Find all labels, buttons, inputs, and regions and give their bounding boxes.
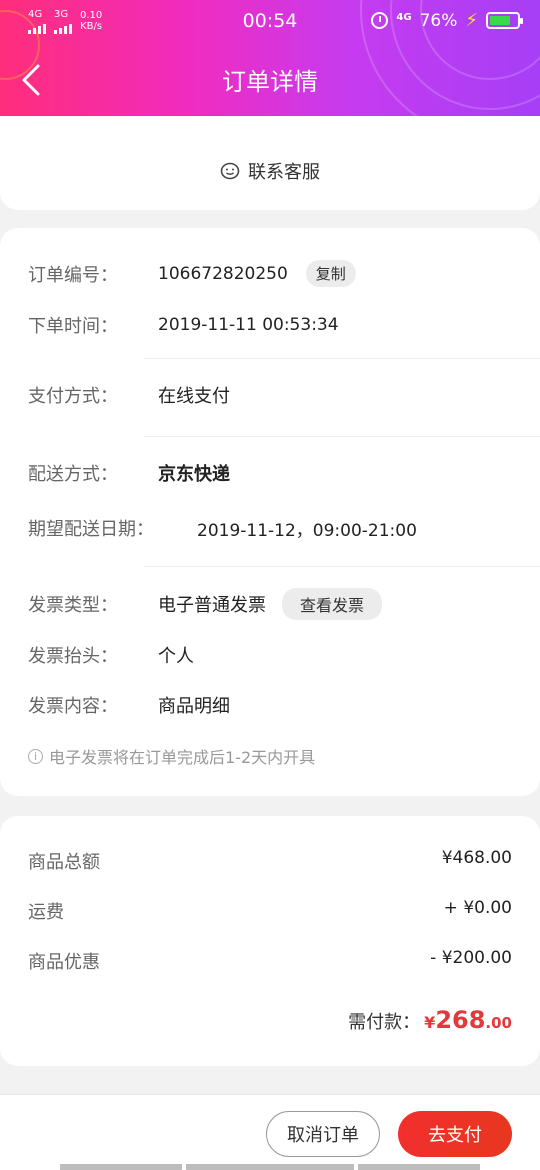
invoice-title: 个人 <box>158 646 194 667</box>
status-bar: 4G 3G 0.10 KB/s 00:54 4G 76% ⚡ <box>0 0 540 42</box>
goods-total-label: 商品总额 <box>28 852 100 873</box>
amount-due-currency: ¥ <box>424 1013 436 1032</box>
customer-service-icon <box>220 162 240 180</box>
delivery-method: 京东快递 <box>158 464 230 485</box>
payment-label: 支付方式： <box>28 386 118 407</box>
expected-date-row: 期望配送日期： 2019-11-12，09:00-21:00 <box>28 515 417 541</box>
fee-card: 商品总额 ¥468.00 运费 + ¥0.00 商品优惠 - ¥200.00 需… <box>0 816 540 1066</box>
battery-icon <box>486 12 523 29</box>
discount-amount: - ¥200.00 <box>430 948 512 968</box>
invoice-title-row: 发票抬头： 个人 <box>28 642 194 668</box>
contact-service-button[interactable]: 联系客服 <box>0 158 540 184</box>
invoice-content-label: 发票内容： <box>28 696 118 717</box>
header-bar: 4G 3G 0.10 KB/s 00:54 4G 76% ⚡ 订单详情 <box>0 0 540 116</box>
amount-due: 需付款： ¥ 268 .00 <box>348 1006 512 1034</box>
delivery-row: 配送方式： 京东快递 <box>28 460 230 486</box>
invoice-note-text: 电子发票将在订单完成后1-2天内开具 <box>49 748 316 767</box>
copy-button[interactable]: 复制 <box>305 260 356 287</box>
order-number-row: 订单编号： 106672820250 复制 <box>28 260 356 287</box>
order-info-card: 订单编号： 106672820250 复制 下单时间： 2019-11-11 0… <box>0 228 540 796</box>
discount-row: 商品优惠 - ¥200.00 <box>28 948 512 974</box>
amount-due-integer: 268 <box>435 1006 486 1034</box>
divider <box>144 566 540 567</box>
shipping-amount: + ¥0.00 <box>443 898 512 918</box>
invoice-content-row: 发票内容： 商品明细 <box>28 692 230 718</box>
alarm-icon <box>371 12 389 29</box>
order-number: 106672820250 <box>158 263 288 284</box>
order-time-label: 下单时间： <box>28 316 118 337</box>
invoice-type: 电子普通发票 <box>158 595 266 616</box>
expected-date-label: 期望配送日期： <box>28 519 154 540</box>
gesture-bar <box>358 1164 480 1170</box>
payment-row: 支付方式： 在线支付 <box>28 382 230 408</box>
pay-button[interactable]: 去支付 <box>398 1111 512 1157</box>
invoice-note: i 电子发票将在订单完成后1-2天内开具 <box>28 744 315 768</box>
view-invoice-button[interactable]: 查看发票 <box>282 588 383 620</box>
contact-card: 联系客服 <box>0 116 540 210</box>
invoice-content: 商品明细 <box>158 696 230 717</box>
battery-percent: 76% <box>419 10 458 31</box>
shipping-label: 运费 <box>28 902 64 923</box>
invoice-title-label: 发票抬头： <box>28 646 118 667</box>
order-time-row: 下单时间： 2019-11-11 00:53:34 <box>28 312 339 338</box>
goods-total-amount: ¥468.00 <box>441 848 512 868</box>
info-icon: i <box>28 748 43 764</box>
shipping-row: 运费 + ¥0.00 <box>28 898 512 924</box>
page-title: 订单详情 <box>222 68 318 96</box>
divider <box>144 436 540 437</box>
delivery-label: 配送方式： <box>28 464 118 485</box>
order-time: 2019-11-11 00:53:34 <box>158 315 339 335</box>
cancel-order-button[interactable]: 取消订单 <box>266 1111 380 1157</box>
network-type: 4G <box>396 12 412 23</box>
discount-label: 商品优惠 <box>28 952 100 973</box>
amount-due-label: 需付款： <box>348 1012 421 1033</box>
gesture-bar <box>60 1164 182 1170</box>
gesture-bar <box>186 1164 354 1170</box>
payment-method: 在线支付 <box>158 386 230 407</box>
invoice-type-label: 发票类型： <box>28 595 118 616</box>
invoice-type-row: 发票类型： 电子普通发票 查看发票 <box>28 588 383 620</box>
bottom-action-bar: 取消订单 去支付 <box>0 1094 540 1170</box>
amount-due-decimal: .00 <box>485 1014 512 1032</box>
divider <box>144 358 540 359</box>
order-number-label: 订单编号： <box>28 264 118 286</box>
charging-icon: ⚡ <box>465 10 478 31</box>
goods-total-row: 商品总额 ¥468.00 <box>28 848 512 874</box>
expected-date: 2019-11-12，09:00-21:00 <box>197 520 417 541</box>
contact-service-label: 联系客服 <box>248 162 320 183</box>
